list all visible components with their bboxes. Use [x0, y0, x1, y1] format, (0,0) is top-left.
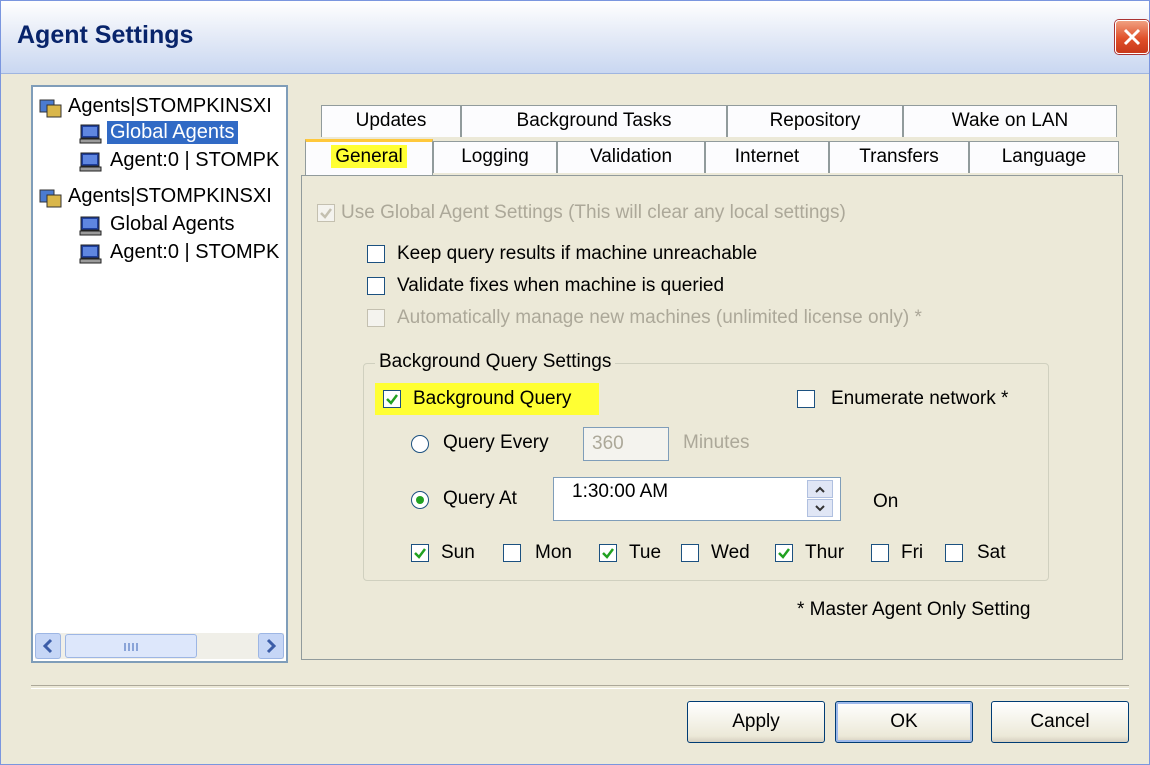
chevron-down-icon: [815, 505, 825, 512]
enumerate-network-checkbox[interactable]: [797, 390, 815, 408]
grip-icon: [124, 643, 140, 651]
radio-selected-dot: [416, 496, 424, 504]
query-at-time-input[interactable]: 1:30:00 AM: [553, 477, 841, 521]
checkmark-icon: [320, 208, 332, 219]
day-sat-checkbox[interactable]: [945, 544, 963, 562]
agent-settings-dialog: Agent Settings Agents|STOMPKINSXI Global…: [0, 0, 1150, 765]
computer-icon: [79, 216, 102, 236]
chevron-up-icon: [815, 486, 825, 493]
computer-icon: [79, 124, 102, 144]
master-agent-footnote: * Master Agent Only Setting: [797, 599, 1031, 620]
computer-icon: [79, 244, 102, 264]
close-button[interactable]: [1115, 20, 1149, 54]
separator: [31, 685, 1129, 689]
scroll-right-button[interactable]: [258, 633, 284, 659]
auto-manage-checkbox[interactable]: [367, 309, 385, 327]
window-title: Agent Settings: [17, 21, 194, 49]
computer-icon: [79, 152, 102, 172]
agents-group-icon: [39, 99, 62, 118]
query-every-radio[interactable]: [411, 435, 429, 453]
tab-transfers[interactable]: Transfers: [829, 141, 969, 173]
minutes-label: Minutes: [683, 432, 750, 453]
close-icon: [1123, 28, 1141, 46]
keep-query-results-label: Keep query results if machine unreachabl…: [397, 243, 758, 264]
tab-logging[interactable]: Logging: [433, 141, 557, 173]
tab-language[interactable]: Language: [969, 141, 1119, 173]
auto-manage-label: Automatically manage new machines (unlim…: [397, 307, 922, 328]
day-tue-label: Tue: [629, 542, 662, 563]
day-thur-label: Thur: [805, 542, 845, 563]
tree-item-label: Global Agents: [107, 121, 238, 144]
use-global-settings-checkbox[interactable]: [317, 204, 335, 222]
tab-general-label: General: [331, 145, 407, 168]
day-mon-checkbox[interactable]: [503, 544, 521, 562]
chevron-right-icon: [266, 638, 277, 654]
tab-repository[interactable]: Repository: [727, 105, 903, 137]
agents-group-icon: [39, 189, 62, 208]
apply-button[interactable]: Apply: [687, 701, 825, 743]
tab-updates[interactable]: Updates: [321, 105, 461, 137]
tree-item-label: Agent:0 | STOMPK: [110, 149, 280, 171]
use-global-settings-label: Use Global Agent Settings (This will cle…: [341, 202, 846, 223]
spin-down-button[interactable]: [807, 499, 833, 517]
tree-item-label: Agents|STOMPKINSXI: [68, 185, 272, 207]
tree-item-label: Agent:0 | STOMPK: [110, 241, 280, 263]
query-at-radio[interactable]: [411, 491, 429, 509]
ok-button[interactable]: OK: [835, 701, 973, 743]
day-sun-checkbox[interactable]: [411, 544, 429, 562]
day-wed-label: Wed: [711, 542, 750, 563]
checkmark-icon: [778, 548, 790, 559]
day-sat-label: Sat: [977, 542, 1006, 563]
day-sun-label: Sun: [441, 542, 475, 563]
tab-general[interactable]: General: [305, 139, 433, 175]
tab-validation[interactable]: Validation: [557, 141, 705, 173]
enumerate-network-label: Enumerate network *: [831, 388, 1009, 409]
day-fri-checkbox[interactable]: [871, 544, 889, 562]
scroll-left-button[interactable]: [35, 633, 61, 659]
query-every-label: Query Every: [443, 432, 549, 453]
title-bar: Agent Settings: [1, 1, 1149, 74]
spin-up-button[interactable]: [807, 480, 833, 498]
horizontal-scrollbar[interactable]: [35, 633, 284, 659]
day-tue-checkbox[interactable]: [599, 544, 617, 562]
keep-query-results-checkbox[interactable]: [367, 245, 385, 263]
background-query-checkbox[interactable]: [383, 390, 401, 408]
tree-item-label: Agents|STOMPKINSXI: [68, 95, 272, 117]
tab-background-tasks[interactable]: Background Tasks: [461, 105, 727, 137]
background-query-group-title: Background Query Settings: [375, 351, 616, 373]
scroll-thumb[interactable]: [65, 634, 197, 658]
validate-fixes-checkbox[interactable]: [367, 277, 385, 295]
checkmark-icon: [602, 548, 614, 559]
day-thur-checkbox[interactable]: [775, 544, 793, 562]
chevron-left-icon: [42, 638, 53, 654]
query-every-input[interactable]: 360: [583, 427, 669, 461]
tab-internet[interactable]: Internet: [705, 141, 829, 173]
on-label: On: [873, 491, 899, 512]
day-mon-label: Mon: [535, 542, 572, 563]
query-at-label: Query At: [443, 488, 517, 509]
day-wed-checkbox[interactable]: [681, 544, 699, 562]
tree-item-label: Global Agents: [110, 213, 235, 235]
cancel-button[interactable]: Cancel: [991, 701, 1129, 743]
day-fri-label: Fri: [901, 542, 924, 563]
validate-fixes-label: Validate fixes when machine is queried: [397, 275, 725, 296]
time-spinner[interactable]: [807, 480, 833, 518]
background-query-label: Background Query: [413, 388, 572, 409]
tab-wake-on-lan[interactable]: Wake on LAN: [903, 105, 1117, 137]
checkmark-icon: [386, 394, 398, 405]
agents-tree[interactable]: Agents|STOMPKINSXI Global Agents Agent:0…: [31, 85, 288, 663]
checkmark-icon: [414, 548, 426, 559]
